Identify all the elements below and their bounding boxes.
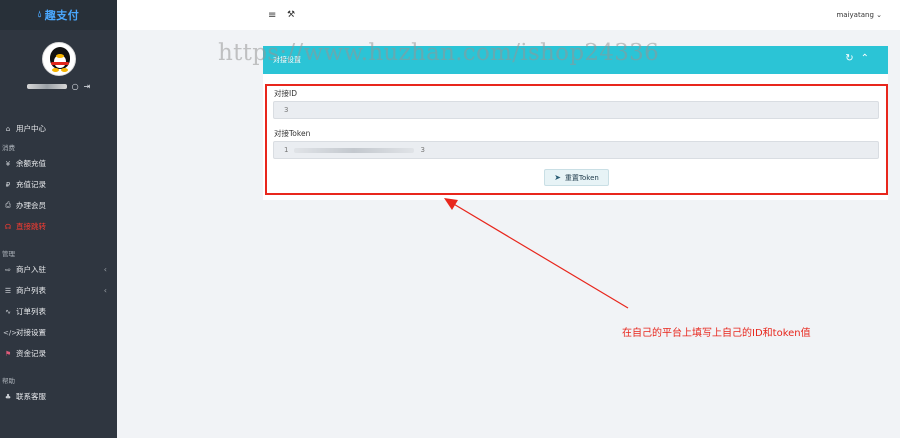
annotation-text: 在自己的平台上填写上自己的ID和token值 (622, 328, 811, 339)
annotation-arrow (444, 198, 629, 309)
